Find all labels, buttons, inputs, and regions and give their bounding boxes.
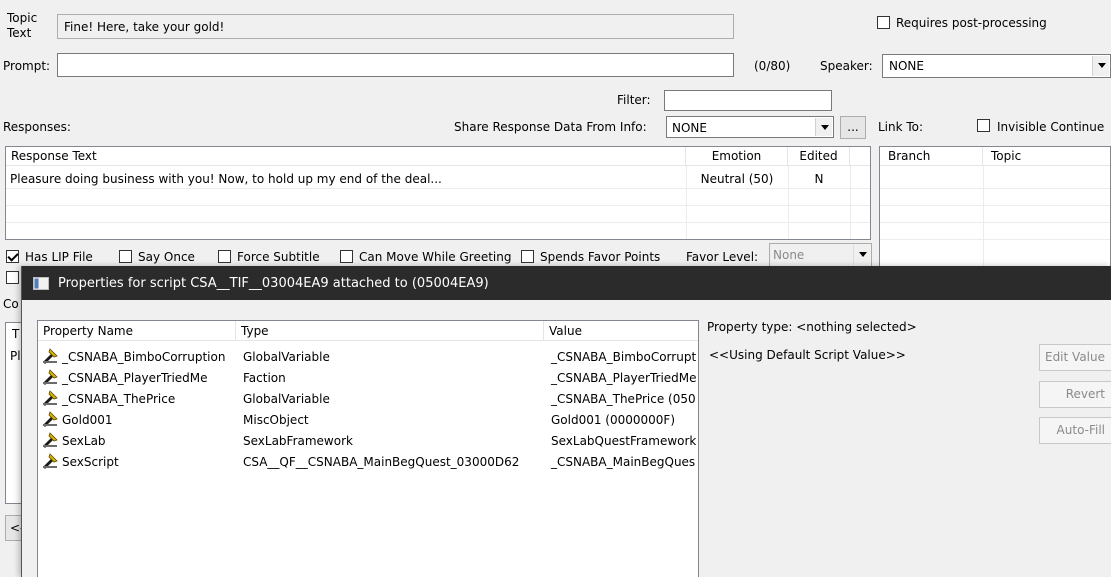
link-to-list[interactable]: Branch Topic xyxy=(879,146,1111,271)
table-row[interactable]: Pleasure doing business with you! Now, t… xyxy=(6,166,870,188)
response-edited-cell: N xyxy=(814,172,824,186)
filter-label: Filter: xyxy=(617,93,651,107)
has-lip-file-label: Has LIP File xyxy=(25,250,93,264)
property-name: SexLab xyxy=(62,434,106,448)
responses-list-header: Response Text Emotion Edited xyxy=(6,147,870,166)
property-value: _CSNABA_MainBegQues xyxy=(551,455,696,469)
property-name: _CSNABA_PlayerTriedMe xyxy=(62,371,208,385)
say-once-label: Say Once xyxy=(138,250,195,264)
script-property-icon xyxy=(42,411,58,427)
script-property-icon xyxy=(42,369,58,385)
revert-button[interactable]: Revert xyxy=(1039,381,1111,408)
property-row[interactable]: _CSNABA_PlayerTriedMe Faction _CSNABA_Pl… xyxy=(38,367,698,388)
properties-table[interactable]: Property Name Type Value _CSNABA_BimboCo… xyxy=(37,320,699,577)
property-name: SexScript xyxy=(62,455,119,469)
column-branch[interactable]: Branch xyxy=(880,147,983,165)
filter-input[interactable] xyxy=(664,90,832,111)
script-property-icon xyxy=(42,348,58,364)
chevron-down-icon xyxy=(1092,56,1109,76)
auto-fill-button[interactable]: Auto-Fill xyxy=(1039,417,1111,444)
prompt-input[interactable] xyxy=(57,53,734,77)
partial-list-header: T xyxy=(12,327,20,341)
chevron-down-icon xyxy=(853,245,870,265)
column-property-name[interactable]: Property Name xyxy=(38,321,236,341)
dialog-title: Properties for script CSA__TIF__03004EA9… xyxy=(58,276,489,291)
property-type: MiscObject xyxy=(243,413,309,427)
window-app-icon xyxy=(33,277,49,290)
share-response-select[interactable]: NONE xyxy=(666,116,834,138)
property-type: GlobalVariable xyxy=(243,392,330,406)
speaker-select-value: NONE xyxy=(889,59,924,73)
can-move-while-greeting-checkbox[interactable] xyxy=(340,250,353,263)
has-lip-file-checkbox[interactable] xyxy=(6,250,19,263)
spends-favor-points-label: Spends Favor Points xyxy=(540,250,661,264)
properties-table-header: Property Name Type Value xyxy=(38,321,698,341)
column-value[interactable]: Value xyxy=(544,321,698,341)
partial-label: Co xyxy=(3,297,19,311)
property-value: SexLabQuestFramework xyxy=(551,434,697,448)
property-value: Gold001 (0000000F) xyxy=(551,413,676,427)
speaker-label: Speaker: xyxy=(820,59,873,73)
property-name: Gold001 xyxy=(62,413,113,427)
invisible-continue-checkbox[interactable] xyxy=(977,119,990,132)
requires-post-processing-label: Requires post-processing xyxy=(896,16,1047,30)
script-property-icon xyxy=(42,432,58,448)
share-response-select-value: NONE xyxy=(672,121,707,135)
column-edited[interactable]: Edited xyxy=(788,147,850,165)
property-type: SexLabFramework xyxy=(243,434,353,448)
property-type-text: Property type: <nothing selected> xyxy=(707,320,917,334)
property-value: _CSNABA_ThePrice (050 xyxy=(551,392,696,406)
topic-text-label-line2: Text xyxy=(7,26,32,40)
responses-label: Responses: xyxy=(3,120,71,134)
dialog-titlebar[interactable]: Properties for script CSA__TIF__03004EA9… xyxy=(22,266,1111,300)
response-text-cell: Pleasure doing business with you! Now, t… xyxy=(10,172,442,186)
edit-value-button[interactable]: Edit Value xyxy=(1039,344,1111,371)
chevron-down-icon xyxy=(815,118,832,136)
property-type: Faction xyxy=(243,371,286,385)
script-property-icon xyxy=(42,390,58,406)
property-row[interactable]: Gold001 MiscObject Gold001 (0000000F) xyxy=(38,409,698,430)
property-row[interactable]: _CSNABA_BimboCorruption GlobalVariable _… xyxy=(38,346,698,367)
property-row[interactable]: SexLab SexLabFramework SexLabQuestFramew… xyxy=(38,430,698,451)
favor-level-label: Favor Level: xyxy=(686,250,759,264)
property-value: _CSNABA_BimboCorrupt xyxy=(551,350,697,364)
property-type: CSA__QF__CSNABA_MainBegQuest_03000D62 xyxy=(243,455,520,469)
favor-level-select[interactable]: None xyxy=(769,243,872,267)
share-response-data-label: Share Response Data From Info: xyxy=(454,120,647,134)
share-response-browse-button[interactable]: ... xyxy=(840,116,866,139)
say-once-checkbox[interactable] xyxy=(119,250,132,263)
link-to-label: Link To: xyxy=(878,120,924,134)
prompt-label: Prompt: xyxy=(3,59,51,73)
property-type: GlobalVariable xyxy=(243,350,330,364)
column-type[interactable]: Type xyxy=(236,321,544,341)
invisible-continue-label: Invisible Continue xyxy=(997,120,1105,134)
column-topic[interactable]: Topic xyxy=(983,147,1110,165)
link-to-list-header: Branch Topic xyxy=(880,147,1110,166)
column-response-text[interactable]: Response Text xyxy=(6,147,686,165)
default-value-text: <<Using Default Script Value>> xyxy=(709,348,906,362)
prompt-char-counter: (0/80) xyxy=(754,59,791,73)
property-row[interactable]: _CSNABA_ThePrice GlobalVariable _CSNABA_… xyxy=(38,388,698,409)
topic-text-field[interactable]: Fine! Here, take your gold! xyxy=(57,14,734,39)
force-subtitle-label: Force Subtitle xyxy=(237,250,320,264)
property-name: _CSNABA_BimboCorruption xyxy=(62,350,226,364)
speaker-select[interactable]: NONE xyxy=(882,54,1111,78)
spends-favor-points-checkbox[interactable] xyxy=(521,250,534,263)
topic-text-label-line1: Topic xyxy=(7,11,38,25)
force-subtitle-checkbox[interactable] xyxy=(218,250,231,263)
requires-post-processing-checkbox[interactable] xyxy=(877,16,890,29)
script-properties-dialog: Properties for script CSA__TIF__03004EA9… xyxy=(21,266,1111,577)
property-value: _CSNABA_PlayerTriedMe xyxy=(551,371,697,385)
property-row[interactable]: SexScript CSA__QF__CSNABA_MainBegQuest_0… xyxy=(38,451,698,472)
script-property-icon xyxy=(42,453,58,469)
partial-checkbox[interactable] xyxy=(6,271,19,284)
partial-list-cell: Pl xyxy=(10,349,21,363)
can-move-while-greeting-label: Can Move While Greeting xyxy=(359,250,512,264)
column-emotion[interactable]: Emotion xyxy=(686,147,788,165)
favor-level-value: None xyxy=(773,248,805,262)
responses-list[interactable]: Response Text Emotion Edited Pleasure do… xyxy=(5,146,871,240)
response-emotion-cell: Neutral (50) xyxy=(700,172,774,186)
property-name: _CSNABA_ThePrice xyxy=(62,392,176,406)
